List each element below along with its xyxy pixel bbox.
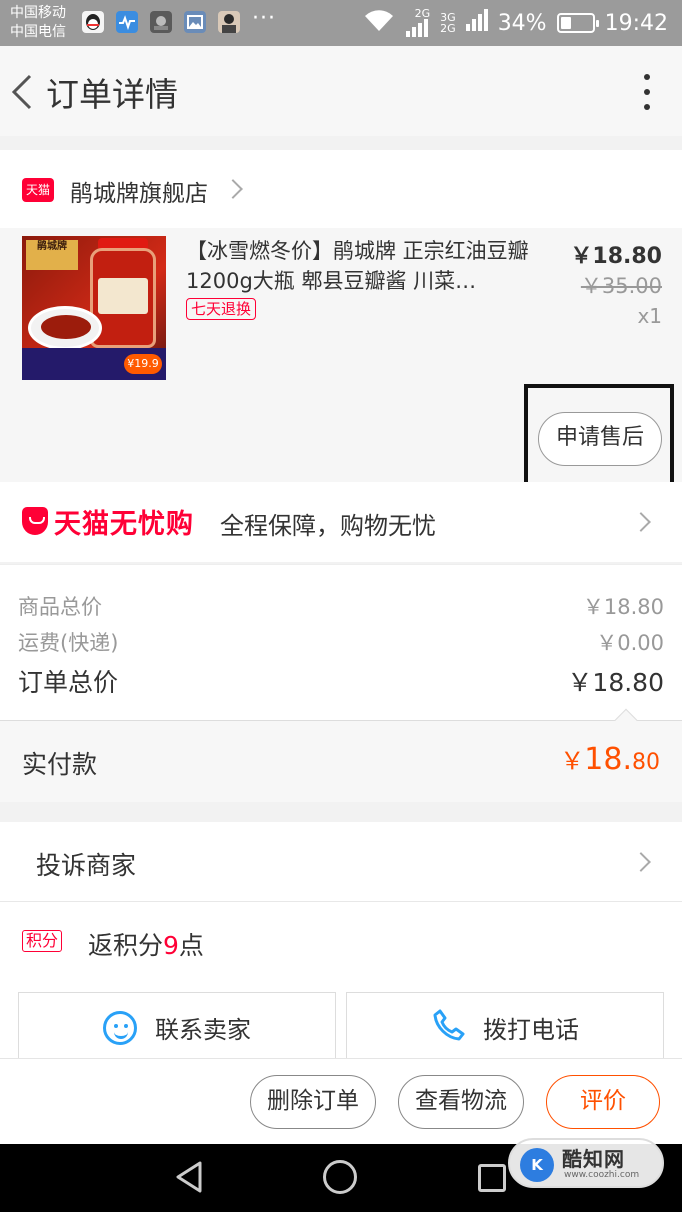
seven-day-return-tag: 七天退换 <box>186 298 257 320</box>
highlight-box: 申请售后 <box>524 384 674 488</box>
shield-icon <box>22 507 48 535</box>
thumbnail-brand-text: 鹃城牌 <box>26 240 78 270</box>
network-2: 3G 2G <box>440 12 456 34</box>
goods-total-row: 商品总价 ￥18.80 <box>18 591 664 621</box>
call-phone-label: 拨打电话 <box>483 1016 579 1044</box>
contact-actions: 联系卖家 拨打电话 <box>0 982 682 1062</box>
points-row: 积分 返积分9点 <box>0 902 682 982</box>
points-badge: 积分 <box>22 930 63 952</box>
shop-row[interactable]: 天猫 鹃城牌旗舰店 <box>0 150 682 228</box>
points-value: 9 <box>163 931 179 960</box>
shop-name: 鹃城牌旗舰店 <box>70 181 208 207</box>
watermark-name: 酷知网 <box>562 1147 625 1171</box>
review-button[interactable]: 评价 <box>546 1075 660 1129</box>
more-menu-icon[interactable] <box>642 74 652 110</box>
chevron-right-icon <box>631 512 651 532</box>
view-logistics-button[interactable]: 查看物流 <box>398 1075 524 1129</box>
tmall-badge: 天猫 <box>22 178 54 202</box>
system-recents-icon[interactable] <box>478 1164 506 1192</box>
product-price: ￥18.80 <box>570 244 662 269</box>
order-total-label: 订单总价 <box>18 668 119 697</box>
paid-currency: ￥ <box>560 747 585 775</box>
complain-merchant-label: 投诉商家 <box>36 851 137 880</box>
signal-1-icon <box>406 18 430 39</box>
back-button[interactable] <box>8 72 38 112</box>
shipping-label: 运费(快递) <box>18 631 119 655</box>
nav-bar: 订单详情 <box>0 46 682 136</box>
qq-icon <box>82 11 104 33</box>
system-back-icon[interactable] <box>174 1160 204 1194</box>
shipping-value: ￥0.00 <box>596 631 664 655</box>
product-thumbnail[interactable]: 鹃城牌 ¥19.9 <box>22 236 166 380</box>
call-phone-button[interactable]: 拨打电话 <box>346 992 664 1062</box>
paid-amount-row: 实付款 ￥18.80 <box>0 708 682 802</box>
thumbnail-price-badge: ¥19.9 <box>124 354 162 374</box>
avatar-icon <box>218 11 240 33</box>
product-title[interactable]: 【冰雪燃冬价】鹃城牌 正宗红油豆瓣1200g大瓶 郫县豆瓣酱 川菜… <box>186 236 530 296</box>
price-summary: 商品总价 ￥18.80 运费(快递) ￥0.00 订单总价 ￥18.80 <box>0 564 682 720</box>
battery-percent: 34% <box>497 10 547 36</box>
order-total-value: ￥18.80 <box>567 668 664 697</box>
chevron-right-icon <box>223 179 243 199</box>
apply-after-sale-button[interactable]: 申请售后 <box>538 412 662 466</box>
site-watermark: K 酷知网 www.coozhi.com <box>508 1138 664 1188</box>
product-original-price: ￥35.00 <box>580 274 662 298</box>
paid-decimal: 80 <box>632 750 660 775</box>
contact-seller-button[interactable]: 联系卖家 <box>18 992 336 1062</box>
carrier-1: 中国移动 <box>10 5 66 21</box>
contact-seller-label: 联系卖家 <box>155 1016 251 1044</box>
paid-amount: ￥18.80 <box>560 741 660 777</box>
carrier-2: 中国电信 <box>10 24 66 40</box>
network-1: 2G <box>406 8 430 39</box>
guarantee-text: 全程保障，购物无忧 <box>220 512 436 540</box>
bowl-shape <box>28 306 102 350</box>
shipping-row: 运费(快递) ￥0.00 <box>18 627 664 657</box>
order-action-bar: 删除订单 查看物流 评价 <box>0 1058 682 1144</box>
game-app-icon <box>150 11 172 33</box>
paid-integer: 18. <box>584 742 632 777</box>
network-2-type-alt: 2G <box>440 22 456 35</box>
guarantee-row[interactable]: 天猫无忧购 全程保障，购物无忧 <box>0 482 682 562</box>
product-quantity: x1 <box>637 304 662 328</box>
guarantee-brand: 天猫无忧购 <box>54 509 194 540</box>
points-text-after: 点 <box>178 931 204 960</box>
points-text: 返积分9点 <box>88 926 204 962</box>
order-item[interactable]: 鹃城牌 ¥19.9 【冰雪燃冬价】鹃城牌 正宗红油豆瓣1200g大瓶 郫县豆瓣酱… <box>0 228 682 488</box>
delete-order-button[interactable]: 删除订单 <box>250 1075 376 1129</box>
gallery-icon <box>184 11 206 33</box>
phone-icon <box>431 1008 465 1048</box>
points-text-before: 返积分 <box>88 931 164 960</box>
order-total-row: 订单总价 ￥18.80 <box>18 663 664 699</box>
carrier-info: 中国移动 中国电信 <box>10 4 66 42</box>
goods-total-label: 商品总价 <box>18 595 102 619</box>
clock: 19:42 <box>604 10 668 36</box>
watermark-logo-icon: K <box>520 1148 554 1182</box>
more-notifications-icon: ··· <box>252 6 276 31</box>
battery-fill <box>560 17 571 29</box>
status-right: 2G 3G 2G 34% 19:42 <box>362 6 668 40</box>
chevron-right-icon <box>631 852 651 872</box>
watermark-url: www.coozhi.com <box>564 1170 640 1180</box>
battery-icon <box>556 13 599 33</box>
signal-2-icon <box>465 9 488 37</box>
system-home-icon[interactable] <box>323 1160 357 1194</box>
health-app-icon <box>116 11 138 33</box>
wifi-icon <box>362 7 396 39</box>
chat-smile-icon <box>103 1010 137 1045</box>
complain-merchant-row[interactable]: 投诉商家 <box>0 822 682 902</box>
paid-label: 实付款 <box>22 750 98 779</box>
goods-total-value: ￥18.80 <box>582 595 664 619</box>
jar-label <box>98 278 148 314</box>
chevron-left-icon <box>11 74 32 110</box>
page-title: 订单详情 <box>46 75 178 114</box>
network-1-type: 2G <box>414 6 431 20</box>
status-bar: 中国移动 中国电信 ··· 2G 3G 2G 34% 19:42 <box>0 0 682 46</box>
